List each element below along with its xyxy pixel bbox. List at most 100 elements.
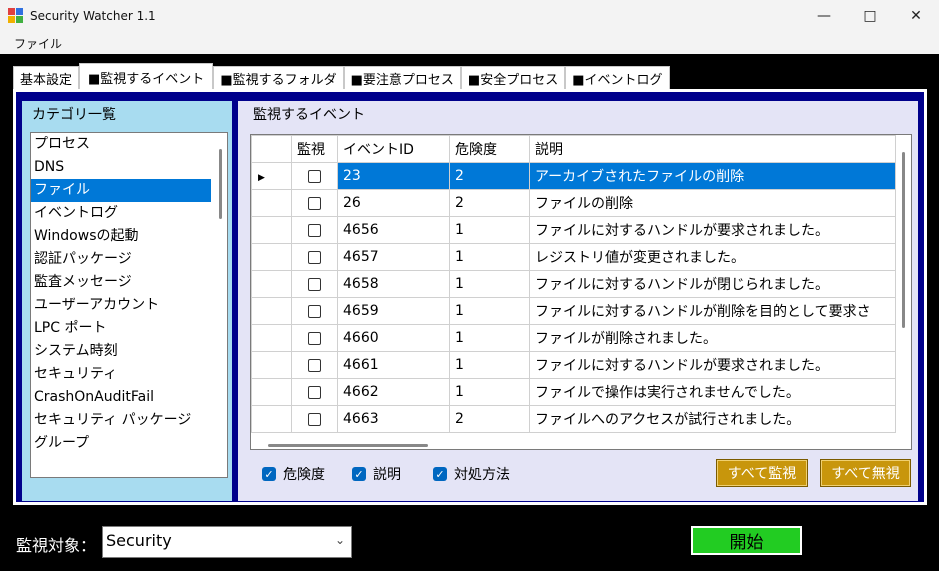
row-header[interactable]: ▶ [251,162,292,190]
watch-checkbox[interactable] [308,250,321,264]
description-cell[interactable]: レジストリ値が変更されました。 [529,243,896,271]
category-item[interactable]: DNS [31,156,211,179]
event-id-cell[interactable]: 4657 [337,243,450,271]
tab-event-log[interactable]: ■イベントログ [565,66,670,90]
watch-cell[interactable] [291,216,338,244]
close-icon[interactable]: ✕ [893,0,939,32]
watch-all-button[interactable]: すべて監視 [716,459,808,487]
column-header-watch[interactable]: 監視 [291,135,338,163]
event-id-cell[interactable]: 4658 [337,270,450,298]
event-id-cell[interactable]: 4659 [337,297,450,325]
watch-checkbox[interactable] [308,169,321,183]
watch-checkbox[interactable] [308,196,321,210]
watch-checkbox[interactable] [308,277,321,291]
tab-caution-processes[interactable]: ■要注意プロセス [343,66,461,90]
table-row[interactable]: 4660 1 ファイルが削除されました。 [251,324,896,352]
event-id-cell[interactable]: 26 [337,189,450,217]
column-header-description[interactable]: 説明 [529,135,896,163]
tab-watch-folders[interactable]: ■監視するフォルダ [213,66,344,90]
risk-cell[interactable]: 1 [449,243,530,271]
risk-cell[interactable]: 1 [449,351,530,379]
table-row[interactable]: 26 2 ファイルの削除 [251,189,896,217]
category-item[interactable]: CrashOnAuditFail [31,386,211,409]
column-header-event-id[interactable]: イベントID [337,135,450,163]
category-item-selected[interactable]: ファイル [31,179,211,202]
maximize-icon[interactable]: □ [847,0,893,32]
row-header[interactable] [251,324,292,352]
row-header[interactable] [251,378,292,406]
checked-checkbox-icon[interactable]: ✓ [352,467,366,481]
risk-cell[interactable]: 1 [449,216,530,244]
category-item[interactable]: セキュリティ [31,363,211,386]
risk-cell[interactable]: 1 [449,324,530,352]
category-scrollbar[interactable] [219,149,222,219]
grid-vertical-scrollbar[interactable] [902,152,905,328]
option-risk[interactable]: ✓ 危険度 [262,464,325,484]
grid-horizontal-scrollbar[interactable] [268,444,428,447]
table-row[interactable]: 4656 1 ファイルに対するハンドルが要求されました。 [251,216,896,244]
event-id-cell[interactable]: 4662 [337,378,450,406]
event-id-cell[interactable]: 4660 [337,324,450,352]
checked-checkbox-icon[interactable]: ✓ [262,467,276,481]
description-cell[interactable]: ファイルの削除 [529,189,896,217]
checked-checkbox-icon[interactable]: ✓ [433,467,447,481]
event-id-cell[interactable]: 4663 [337,405,450,433]
row-header[interactable] [251,189,292,217]
watch-cell[interactable] [291,297,338,325]
watch-checkbox[interactable] [308,412,321,426]
watch-cell[interactable] [291,351,338,379]
watch-checkbox[interactable] [308,385,321,399]
risk-cell[interactable]: 2 [449,405,530,433]
watch-cell[interactable] [291,270,338,298]
row-header[interactable] [251,216,292,244]
description-cell[interactable]: ファイルに対するハンドルが要求されました。 [529,216,896,244]
start-button[interactable]: 開始 [691,526,802,555]
watch-checkbox[interactable] [308,223,321,237]
table-row[interactable]: 4661 1 ファイルに対するハンドルが要求されました。 [251,351,896,379]
event-id-cell[interactable]: 23 [337,162,450,190]
tab-safe-processes[interactable]: ■安全プロセス [460,66,566,90]
description-cell[interactable]: ファイルが削除されました。 [529,324,896,352]
risk-cell[interactable]: 1 [449,378,530,406]
watch-cell[interactable] [291,378,338,406]
category-item[interactable]: グループ [31,432,211,455]
watch-cell[interactable] [291,405,338,433]
category-item[interactable]: LPC ポート [31,317,211,340]
event-id-cell[interactable]: 4656 [337,216,450,244]
table-row[interactable]: 4658 1 ファイルに対するハンドルが閉じられました。 [251,270,896,298]
watch-checkbox[interactable] [308,358,321,372]
category-item[interactable]: プロセス [31,133,211,156]
risk-cell[interactable]: 1 [449,297,530,325]
option-remedy[interactable]: ✓ 対処方法 [433,464,510,484]
row-header[interactable] [251,297,292,325]
watch-cell[interactable] [291,243,338,271]
description-cell[interactable]: ファイルで操作は実行されませんでした。 [529,378,896,406]
watch-cell[interactable] [291,162,338,190]
category-item[interactable]: セキュリティ パッケージ [31,409,211,432]
tab-watch-events[interactable]: ■監視するイベント [79,63,214,90]
description-cell[interactable]: ファイルに対するハンドルが削除を目的として要求さ [529,297,896,325]
description-cell[interactable]: ファイルに対するハンドルが要求されました。 [529,351,896,379]
risk-cell[interactable]: 2 [449,162,530,190]
watch-checkbox[interactable] [308,304,321,318]
row-header[interactable] [251,270,292,298]
description-cell[interactable]: ファイルに対するハンドルが閉じられました。 [529,270,896,298]
row-header[interactable] [251,405,292,433]
target-select[interactable]: Security ⌄ [102,526,352,558]
category-item[interactable]: Windowsの起動 [31,225,211,248]
row-header[interactable] [251,351,292,379]
description-cell[interactable]: アーカイブされたファイルの削除 [529,162,896,190]
event-id-cell[interactable]: 4661 [337,351,450,379]
category-list[interactable]: プロセス DNS ファイル イベントログ Windowsの起動 認証パッケージ … [30,132,228,478]
minimize-icon[interactable]: — [801,0,847,32]
tab-basic-settings[interactable]: 基本設定 [13,66,80,90]
ignore-all-button[interactable]: すべて無視 [820,459,911,487]
description-cell[interactable]: ファイルへのアクセスが試行されました。 [529,405,896,433]
column-header-risk[interactable]: 危険度 [449,135,530,163]
category-item[interactable]: 監査メッセージ [31,271,211,294]
row-header[interactable] [251,243,292,271]
risk-cell[interactable]: 2 [449,189,530,217]
risk-cell[interactable]: 1 [449,270,530,298]
option-description[interactable]: ✓ 説明 [352,464,401,484]
table-row[interactable]: 4663 2 ファイルへのアクセスが試行されました。 [251,405,896,433]
